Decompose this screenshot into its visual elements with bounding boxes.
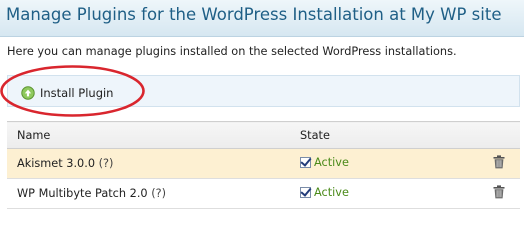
- table-row: WP Multibyte Patch 2.0 (?) Active: [7, 178, 520, 209]
- plugin-name: Akismet 3.0.0: [17, 157, 96, 170]
- trash-icon[interactable]: [493, 185, 505, 199]
- plugin-state-label: Active: [314, 186, 349, 199]
- plugin-state-cell: Active: [300, 148, 478, 179]
- plugin-actions-cell: [478, 178, 520, 209]
- column-header-actions: [478, 121, 520, 149]
- column-header-name[interactable]: Name: [7, 121, 300, 149]
- column-header-state[interactable]: State: [300, 121, 478, 149]
- install-plugin-label: Install Plugin: [40, 86, 114, 100]
- table-header-row: Name State: [7, 121, 520, 149]
- plugins-table: Name State Akismet 3.0.0 (?) Active WP M…: [7, 121, 520, 209]
- plugins-page: Manage Plugins for the WordPress Install…: [0, 0, 524, 242]
- plugin-help-link[interactable]: (?): [99, 157, 114, 170]
- plugin-actions-cell: [478, 148, 520, 179]
- plugin-name-cell: Akismet 3.0.0 (?): [7, 148, 300, 179]
- table-row: Akismet 3.0.0 (?) Active: [7, 148, 520, 179]
- plugin-state-toggle[interactable]: Active: [300, 156, 349, 169]
- plugin-help-link[interactable]: (?): [151, 187, 166, 200]
- install-plugin-button[interactable]: Install Plugin: [21, 84, 113, 102]
- page-description: Here you can manage plugins installed on…: [7, 45, 457, 58]
- plugin-name-cell: WP Multibyte Patch 2.0 (?): [7, 178, 300, 209]
- plugin-state-toggle[interactable]: Active: [300, 186, 349, 199]
- toolbar: Install Plugin: [7, 75, 520, 107]
- active-checkbox-icon[interactable]: [300, 157, 311, 168]
- plugin-name: WP Multibyte Patch 2.0: [17, 187, 148, 200]
- active-checkbox-icon[interactable]: [300, 187, 311, 198]
- trash-icon[interactable]: [493, 155, 505, 169]
- plugin-state-label: Active: [314, 156, 349, 169]
- page-title: Manage Plugins for the WordPress Install…: [6, 5, 502, 24]
- install-plus-icon: [21, 86, 35, 100]
- page-header: Manage Plugins for the WordPress Install…: [0, 0, 524, 37]
- plugin-state-cell: Active: [300, 178, 478, 209]
